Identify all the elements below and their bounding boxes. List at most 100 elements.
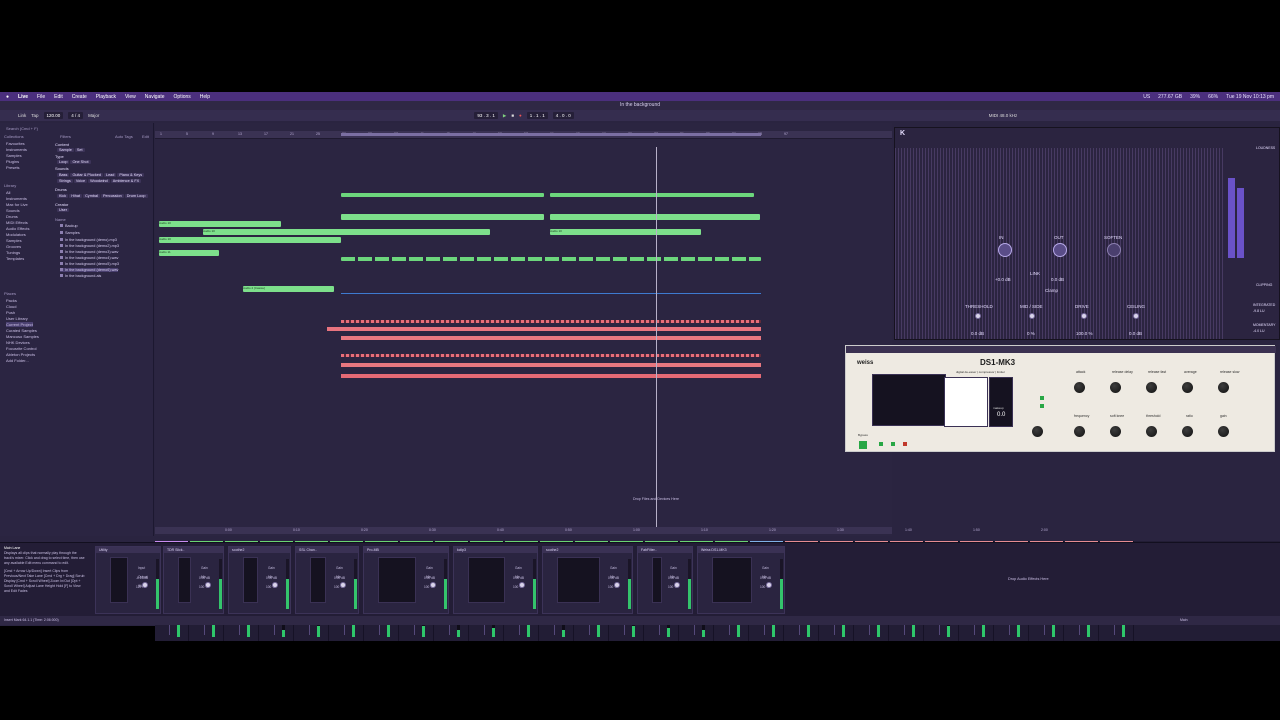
clip-audio-11[interactable]: Audio 11	[159, 250, 219, 256]
ceiling-value[interactable]: 0.0 dB	[1129, 331, 1142, 336]
drive-value[interactable]: 100.0 %	[1076, 331, 1093, 336]
clip-green[interactable]	[341, 214, 544, 220]
device[interactable]: FabFilter.. Gain Mix 0.00 dB 100 %	[637, 546, 693, 614]
mode-led[interactable]	[1040, 404, 1044, 408]
clip-green[interactable]	[550, 214, 760, 220]
file-item[interactable]: In the background (demo5).mp3	[60, 262, 119, 266]
clip-green-pattern[interactable]	[341, 257, 761, 261]
device-value[interactable]: 0.00 dB	[264, 575, 279, 581]
device-knob[interactable]	[614, 582, 620, 588]
places-item[interactable]: Current Project	[6, 322, 33, 327]
device-value[interactable]: 0.00 dB	[666, 575, 681, 581]
release-slow-knob[interactable]	[1218, 382, 1229, 393]
device[interactable]: Pro-MB Gain Mix 0.00 dB 100 %	[363, 546, 449, 614]
tempo-field[interactable]: 120.00	[43, 112, 64, 119]
library-item[interactable]: MIDI Effects	[6, 220, 28, 225]
apple-icon[interactable]: ●	[6, 94, 9, 100]
preset-led[interactable]	[879, 442, 883, 446]
loop-brace[interactable]	[341, 133, 761, 136]
threshold-knob[interactable]	[1146, 426, 1157, 437]
threshold-value[interactable]: 0.0 dB	[971, 331, 984, 336]
device-value[interactable]: 0.00 dB	[197, 575, 212, 581]
kclip3-plugin-window[interactable]: K IN OUT SOFTEN +0.0 dB 0.0 dB LINK Clam…	[894, 127, 1280, 340]
average-knob[interactable]	[1182, 382, 1193, 393]
device-knob[interactable]	[272, 582, 278, 588]
out-knob[interactable]	[1053, 243, 1067, 257]
device-title[interactable]: soothe2	[229, 547, 290, 553]
file-item[interactable]: In the background (demo).mp3	[60, 238, 117, 242]
creator-tags[interactable]: User	[57, 208, 70, 212]
clip-drums[interactable]	[341, 374, 761, 378]
device-title[interactable]: FabFilter..	[638, 547, 692, 553]
threshold-knob[interactable]	[975, 313, 981, 319]
autotags-label[interactable]: Auto Tags	[115, 134, 133, 139]
device-knob[interactable]	[519, 582, 525, 588]
menu-help[interactable]: Help	[200, 94, 210, 100]
record-icon[interactable]: ●	[519, 113, 522, 118]
midside-value[interactable]: 0 %	[1027, 331, 1035, 336]
preset-led[interactable]	[903, 442, 907, 446]
time-ruler[interactable]: 0:00 0:10 0:20 0:30 0:40 0:50 1:00 1:10 1:20 1:30…	[155, 527, 1048, 534]
menu-edit[interactable]: Edit	[54, 94, 63, 100]
filters-label[interactable]: Filters	[60, 134, 71, 139]
type-tags[interactable]: Loop One Shot	[57, 160, 92, 164]
device-value[interactable]: 0.00 dB	[332, 575, 347, 581]
places-item[interactable]: NHK Devices	[6, 340, 30, 345]
menu-playback[interactable]: Playback	[96, 94, 116, 100]
device-knob[interactable]	[430, 582, 436, 588]
key-scale[interactable]: Major	[88, 113, 99, 118]
places-item[interactable]: Mancuso Samples	[6, 334, 39, 339]
clock[interactable]: Tue 19 Nov 10:13 pm	[1226, 94, 1274, 100]
device-knob[interactable]	[205, 582, 211, 588]
library-item[interactable]: Audio Effects	[6, 226, 30, 231]
device[interactable]: soothe2 Gain Mix 0.00 dB 100 %	[228, 546, 291, 614]
clip-drums[interactable]	[341, 354, 761, 357]
in-knob[interactable]	[998, 243, 1012, 257]
menu-options[interactable]: Options	[174, 94, 191, 100]
device[interactable]: soothe2 Gain Mix 0.00 dB 100 %	[542, 546, 633, 614]
device[interactable]: kclip3 Gain Mix 0.00 dB 100 %	[453, 546, 538, 614]
sounds-tags-2[interactable]: Strings Voice Woodwind Ambience & FX	[57, 179, 142, 183]
clip-green[interactable]	[550, 193, 754, 197]
file-item[interactable]: In the background (demo3).wav	[60, 250, 118, 254]
collection-item[interactable]: Samples	[6, 153, 22, 158]
clip-audio-2-cassie[interactable]: Audio 2 [Cassie]	[243, 286, 334, 292]
clamp-toggle[interactable]: Clamp	[1045, 288, 1058, 293]
input-source[interactable]: US	[1143, 94, 1150, 100]
device-knob[interactable]	[674, 582, 680, 588]
play-icon[interactable]: ▶	[503, 113, 506, 119]
file-item[interactable]: In the background (demo6).wav	[60, 268, 119, 272]
folder-samples[interactable]: Samples	[60, 231, 80, 235]
time-signature[interactable]: 4 / 4	[68, 112, 84, 119]
battery-percent[interactable]: 66%	[1208, 94, 1218, 100]
drums-tags[interactable]: Kick Hihat Cymbal Percussion Drum Loop	[57, 194, 149, 198]
device-knob[interactable]	[142, 582, 148, 588]
device[interactable]: UtilityInputOutputWidth-6.13 dB120 Hz	[95, 546, 161, 614]
sounds-tags[interactable]: Bass Guitar & Plucked Lead Piano & Keys	[57, 173, 145, 177]
places-item[interactable]: Add Folder...	[6, 358, 29, 363]
places-item[interactable]: User Library	[6, 316, 28, 321]
device[interactable]: SSL Chan.. Gain Mix 0.00 dB 100 %	[295, 546, 359, 614]
drive-knob[interactable]	[1081, 313, 1087, 319]
device-knob[interactable]	[340, 582, 346, 588]
collection-item[interactable]: Instruments	[6, 147, 27, 152]
clip-audio-10[interactable]: Audio 10	[159, 237, 341, 243]
clip-blue[interactable]	[341, 293, 761, 294]
clip-drums[interactable]	[341, 320, 761, 323]
device[interactable]: Weiss DS1-MK3 Gain Mix 0.00 dB 100 %	[697, 546, 785, 614]
file-item[interactable]: In the background (demo2).mp3	[60, 244, 119, 248]
menu-navigate[interactable]: Navigate	[145, 94, 165, 100]
link-toggle[interactable]: LINK	[1030, 271, 1040, 276]
device-title[interactable]: Weiss DS1-MK3	[698, 547, 784, 553]
clip-audio-10[interactable]: Audio 10	[159, 221, 281, 227]
app-menu[interactable]: Live	[18, 94, 28, 100]
out-value[interactable]: 0.0 dB	[1051, 277, 1064, 282]
clip-audio-10[interactable]: Audio 10	[203, 229, 490, 235]
device-title[interactable]: TDR Slick..	[164, 547, 223, 553]
library-item[interactable]: Samples	[6, 238, 22, 243]
file-item[interactable]: In the background.als	[60, 274, 101, 278]
places-item[interactable]: Push	[6, 310, 15, 315]
device-value[interactable]: 0.00 dB	[606, 575, 621, 581]
device-title[interactable]: soothe2	[543, 547, 632, 553]
makeup-value[interactable]: 0.0	[997, 412, 1005, 418]
